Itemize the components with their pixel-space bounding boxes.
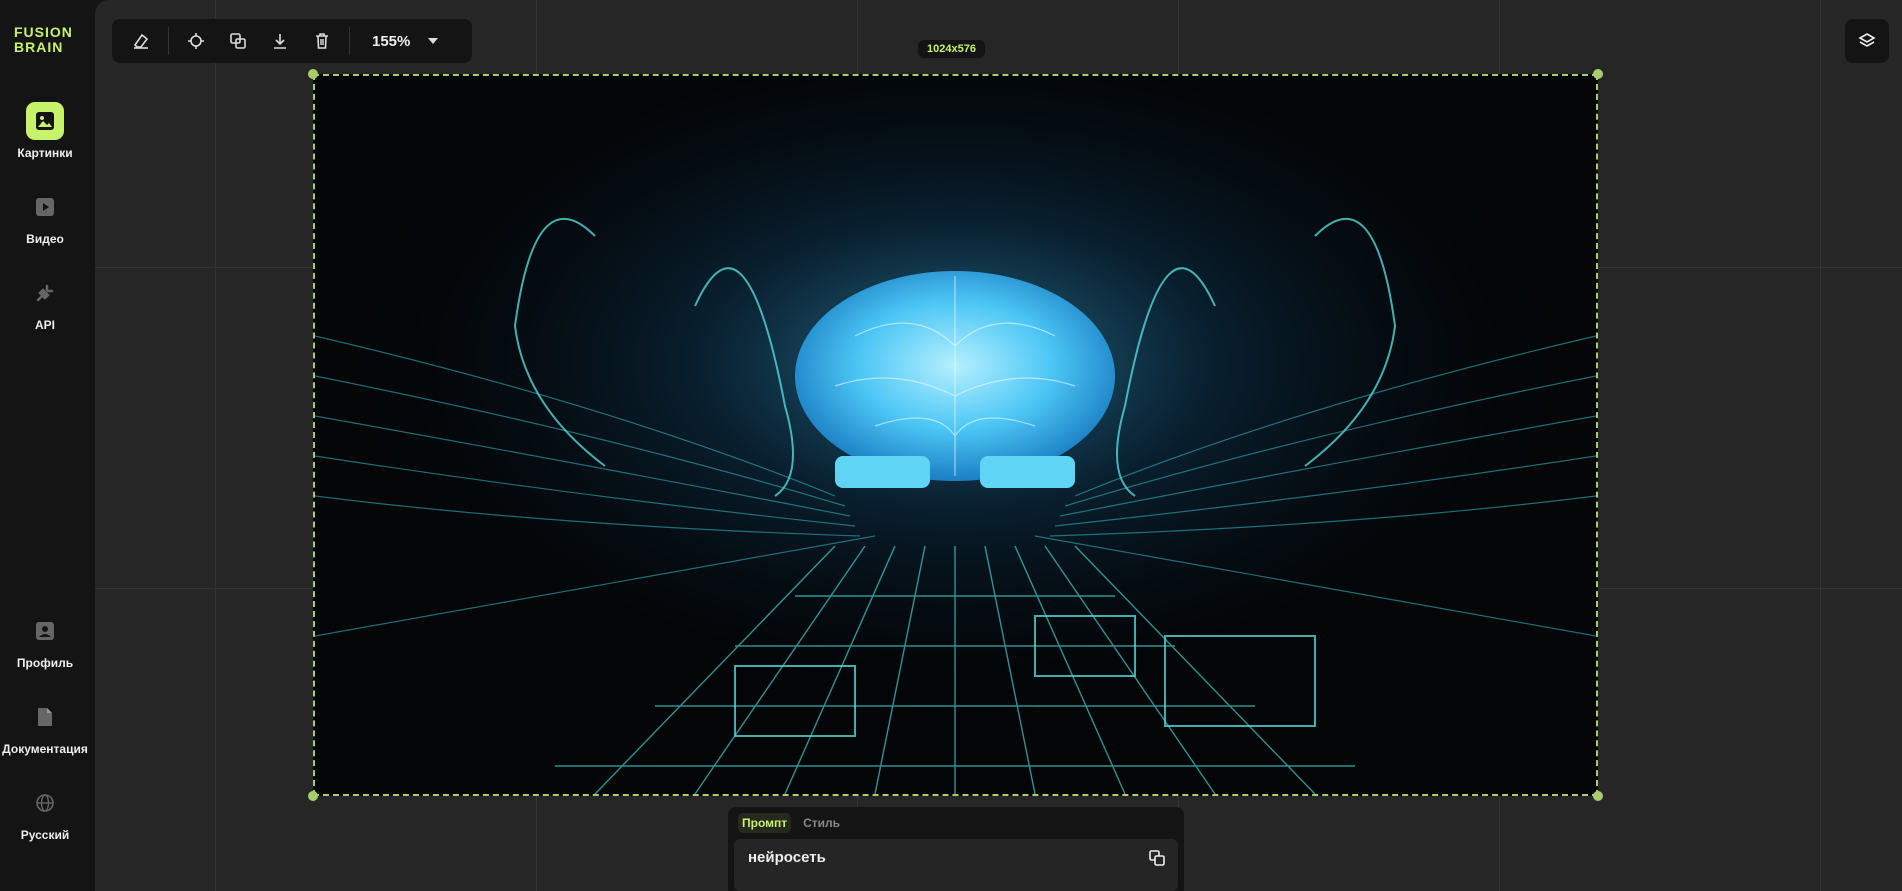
image-artwork [315,76,1596,794]
globe-icon [26,784,64,822]
chevron-down-icon [428,38,439,44]
logo[interactable]: FUSION BRAIN [14,25,84,55]
prompt-panel: Промпт Стиль нейросеть [728,807,1184,891]
copy-icon [1149,850,1165,866]
generated-image[interactable] [313,74,1598,796]
logo-line-1: FUSION [14,24,73,40]
sidebar-item-label: Видео [26,232,64,246]
layers-button[interactable] [1845,19,1889,63]
image-icon [26,102,64,140]
plug-icon [26,274,64,312]
delete-button[interactable] [301,19,343,63]
sidebar-item-label: Картинки [17,146,73,160]
sidebar-item-label: Русский [20,828,70,842]
sidebar-item-language[interactable]: Русский [0,784,90,842]
sidebar-item-api[interactable]: API [0,274,90,332]
toolbar: 155% [112,19,472,63]
target-icon [188,33,204,49]
center-button[interactable] [175,19,217,63]
eraser-button[interactable] [120,19,162,63]
copy-prompt-button[interactable] [1148,849,1166,872]
duplicate-button[interactable] [217,19,259,63]
tab-style[interactable]: Стиль [799,813,844,833]
eraser-icon [133,33,149,49]
download-icon [274,34,286,49]
download-button[interactable] [259,19,301,63]
sidebar-item-profile[interactable]: Профиль [0,612,90,670]
zoom-select[interactable]: 155% [356,32,439,50]
prompt-field[interactable]: нейросеть [734,839,1178,891]
sidebar-item-label: Документация [2,742,88,756]
image-dimensions-badge: 1024x576 [918,40,985,58]
document-icon [26,698,64,736]
resize-handle-top-right[interactable] [1593,69,1603,79]
sidebar-item-label: Профиль [16,656,74,670]
trash-icon [316,33,328,49]
prompt-tabs: Промпт Стиль [728,807,1184,839]
resize-handle-bottom-left[interactable] [308,791,318,801]
tab-prompt[interactable]: Промпт [738,813,792,833]
sidebar-item-label: API [34,318,55,332]
sidebar: FUSION BRAIN Картинки Видео API Профиль … [0,0,95,891]
resize-handle-top-left[interactable] [308,69,318,79]
duplicate-icon [230,33,246,49]
play-icon [26,188,64,226]
layers-icon [1858,33,1876,47]
sidebar-item-video[interactable]: Видео [0,188,90,246]
toolbar-divider [349,27,350,55]
sidebar-item-docs[interactable]: Документация [0,698,90,756]
zoom-value: 155% [372,32,411,50]
toolbar-divider [168,27,169,55]
resize-handle-bottom-right[interactable] [1593,791,1603,801]
prompt-text: нейросеть [748,849,826,866]
sidebar-item-images[interactable]: Картинки [0,102,90,160]
profile-icon [26,612,64,650]
logo-line-2: BRAIN [14,39,64,55]
